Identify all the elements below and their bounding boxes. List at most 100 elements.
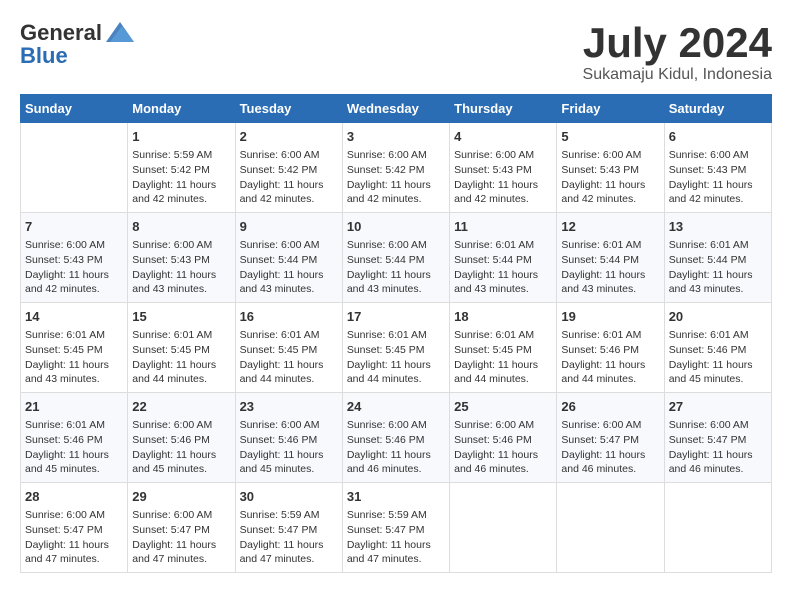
calendar-cell: 3 Sunrise: 6:00 AMSunset: 5:42 PMDaylight… (342, 123, 449, 213)
day-info: Sunrise: 6:00 AMSunset: 5:44 PMDaylight:… (347, 238, 445, 297)
day-number: 9 (240, 218, 338, 236)
col-header-sunday: Sunday (21, 95, 128, 123)
col-header-friday: Friday (557, 95, 664, 123)
calendar-header-row: SundayMondayTuesdayWednesdayThursdayFrid… (21, 95, 772, 123)
calendar-table: SundayMondayTuesdayWednesdayThursdayFrid… (20, 94, 772, 573)
day-number: 1 (132, 128, 230, 146)
day-info: Sunrise: 6:00 AMSunset: 5:47 PMDaylight:… (669, 418, 767, 477)
day-info: Sunrise: 6:01 AMSunset: 5:46 PMDaylight:… (25, 418, 123, 477)
day-number: 26 (561, 398, 659, 416)
calendar-cell: 13Sunrise: 6:01 AMSunset: 5:44 PMDayligh… (664, 213, 771, 303)
day-number: 2 (240, 128, 338, 146)
day-info: Sunrise: 5:59 AMSunset: 5:47 PMDaylight:… (347, 508, 445, 567)
day-info: Sunrise: 6:00 AMSunset: 5:46 PMDaylight:… (347, 418, 445, 477)
day-info: Sunrise: 6:00 AMSunset: 5:46 PMDaylight:… (240, 418, 338, 477)
day-number: 29 (132, 488, 230, 506)
day-info: Sunrise: 6:01 AMSunset: 5:45 PMDaylight:… (240, 328, 338, 387)
calendar-cell: 29 Sunrise: 6:00 AMSunset: 5:47 PMDayligh… (128, 482, 235, 572)
calendar-cell: 1 Sunrise: 5:59 AMSunset: 5:42 PMDaylight… (128, 123, 235, 213)
calendar-cell (21, 123, 128, 213)
calendar-cell (450, 482, 557, 572)
calendar-cell: 8 Sunrise: 6:00 AMSunset: 5:43 PMDaylight… (128, 213, 235, 303)
day-number: 19 (561, 308, 659, 326)
calendar-cell (664, 482, 771, 572)
day-info: Sunrise: 5:59 AMSunset: 5:42 PMDaylight:… (132, 148, 230, 207)
day-number: 27 (669, 398, 767, 416)
calendar-cell: 28 Sunrise: 6:00 AMSunset: 5:47 PMDayligh… (21, 482, 128, 572)
day-number: 30 (240, 488, 338, 506)
col-header-monday: Monday (128, 95, 235, 123)
col-header-tuesday: Tuesday (235, 95, 342, 123)
day-info: Sunrise: 6:00 AMSunset: 5:46 PMDaylight:… (132, 418, 230, 477)
day-number: 4 (454, 128, 552, 146)
week-row-3: 14Sunrise: 6:01 AMSunset: 5:45 PMDayligh… (21, 303, 772, 393)
calendar-cell: 7 Sunrise: 6:00 AMSunset: 5:43 PMDaylight… (21, 213, 128, 303)
day-number: 24 (347, 398, 445, 416)
calendar-cell: 11Sunrise: 6:01 AMSunset: 5:44 PMDayligh… (450, 213, 557, 303)
day-number: 7 (25, 218, 123, 236)
calendar-cell: 19 Sunrise: 6:01 AMSunset: 5:46 PMDayligh… (557, 303, 664, 393)
day-number: 15 (132, 308, 230, 326)
day-info: Sunrise: 6:01 AMSunset: 5:44 PMDaylight:… (561, 238, 659, 297)
page-header: General Blue July 2024 Sukamaju Kidul, I… (20, 20, 772, 84)
calendar-cell: 23Sunrise: 6:00 AMSunset: 5:46 PMDayligh… (235, 393, 342, 483)
calendar-cell: 25Sunrise: 6:00 AMSunset: 5:46 PMDayligh… (450, 393, 557, 483)
calendar-cell: 14Sunrise: 6:01 AMSunset: 5:45 PMDayligh… (21, 303, 128, 393)
col-header-thursday: Thursday (450, 95, 557, 123)
day-info: Sunrise: 6:00 AMSunset: 5:44 PMDaylight:… (240, 238, 338, 297)
day-number: 3 (347, 128, 445, 146)
day-number: 6 (669, 128, 767, 146)
day-number: 28 (25, 488, 123, 506)
day-info: Sunrise: 6:00 AMSunset: 5:42 PMDaylight:… (240, 148, 338, 207)
day-info: Sunrise: 5:59 AMSunset: 5:47 PMDaylight:… (240, 508, 338, 567)
day-number: 8 (132, 218, 230, 236)
calendar-cell: 6 Sunrise: 6:00 AMSunset: 5:43 PMDaylight… (664, 123, 771, 213)
calendar-cell: 26 Sunrise: 6:00 AMSunset: 5:47 PMDayligh… (557, 393, 664, 483)
day-number: 16 (240, 308, 338, 326)
calendar-cell: 16 Sunrise: 6:01 AMSunset: 5:45 PMDayligh… (235, 303, 342, 393)
location-subtitle: Sukamaju Kidul, Indonesia (583, 66, 772, 84)
day-info: Sunrise: 6:01 AMSunset: 5:45 PMDaylight:… (25, 328, 123, 387)
day-info: Sunrise: 6:00 AMSunset: 5:47 PMDaylight:… (561, 418, 659, 477)
day-info: Sunrise: 6:00 AMSunset: 5:43 PMDaylight:… (561, 148, 659, 207)
day-info: Sunrise: 6:00 AMSunset: 5:43 PMDaylight:… (25, 238, 123, 297)
calendar-cell: 20Sunrise: 6:01 AMSunset: 5:46 PMDayligh… (664, 303, 771, 393)
calendar-cell: 18Sunrise: 6:01 AMSunset: 5:45 PMDayligh… (450, 303, 557, 393)
day-info: Sunrise: 6:00 AMSunset: 5:43 PMDaylight:… (669, 148, 767, 207)
day-info: Sunrise: 6:01 AMSunset: 5:44 PMDaylight:… (669, 238, 767, 297)
day-number: 10 (347, 218, 445, 236)
day-info: Sunrise: 6:00 AMSunset: 5:47 PMDaylight:… (25, 508, 123, 567)
logo-blue: Blue (20, 43, 68, 69)
week-row-4: 21 Sunrise: 6:01 AMSunset: 5:46 PMDayligh… (21, 393, 772, 483)
day-info: Sunrise: 6:00 AMSunset: 5:42 PMDaylight:… (347, 148, 445, 207)
day-info: Sunrise: 6:00 AMSunset: 5:43 PMDaylight:… (132, 238, 230, 297)
calendar-cell: 17Sunrise: 6:01 AMSunset: 5:45 PMDayligh… (342, 303, 449, 393)
day-info: Sunrise: 6:00 AMSunset: 5:43 PMDaylight:… (454, 148, 552, 207)
calendar-cell: 4 Sunrise: 6:00 AMSunset: 5:43 PMDaylight… (450, 123, 557, 213)
day-info: Sunrise: 6:00 AMSunset: 5:47 PMDaylight:… (132, 508, 230, 567)
title-area: July 2024 Sukamaju Kidul, Indonesia (583, 20, 772, 84)
week-row-2: 7 Sunrise: 6:00 AMSunset: 5:43 PMDaylight… (21, 213, 772, 303)
calendar-cell: 30 Sunrise: 5:59 AMSunset: 5:47 PMDayligh… (235, 482, 342, 572)
calendar-body: 1 Sunrise: 5:59 AMSunset: 5:42 PMDaylight… (21, 123, 772, 573)
col-header-saturday: Saturday (664, 95, 771, 123)
day-info: Sunrise: 6:01 AMSunset: 5:46 PMDaylight:… (561, 328, 659, 387)
logo: General Blue (20, 20, 134, 69)
day-number: 18 (454, 308, 552, 326)
month-title: July 2024 (583, 20, 772, 66)
calendar-cell: 22Sunrise: 6:00 AMSunset: 5:46 PMDayligh… (128, 393, 235, 483)
calendar-cell: 5Sunrise: 6:00 AMSunset: 5:43 PMDaylight… (557, 123, 664, 213)
week-row-1: 1 Sunrise: 5:59 AMSunset: 5:42 PMDaylight… (21, 123, 772, 213)
day-number: 21 (25, 398, 123, 416)
calendar-cell: 12 Sunrise: 6:01 AMSunset: 5:44 PMDayligh… (557, 213, 664, 303)
day-info: Sunrise: 6:00 AMSunset: 5:46 PMDaylight:… (454, 418, 552, 477)
calendar-cell: 9 Sunrise: 6:00 AMSunset: 5:44 PMDaylight… (235, 213, 342, 303)
day-number: 20 (669, 308, 767, 326)
day-number: 12 (561, 218, 659, 236)
calendar-cell: 27 Sunrise: 6:00 AMSunset: 5:47 PMDayligh… (664, 393, 771, 483)
day-number: 17 (347, 308, 445, 326)
calendar-cell: 15Sunrise: 6:01 AMSunset: 5:45 PMDayligh… (128, 303, 235, 393)
day-number: 31 (347, 488, 445, 506)
logo-icon (106, 22, 134, 42)
logo-text: General (20, 21, 102, 45)
